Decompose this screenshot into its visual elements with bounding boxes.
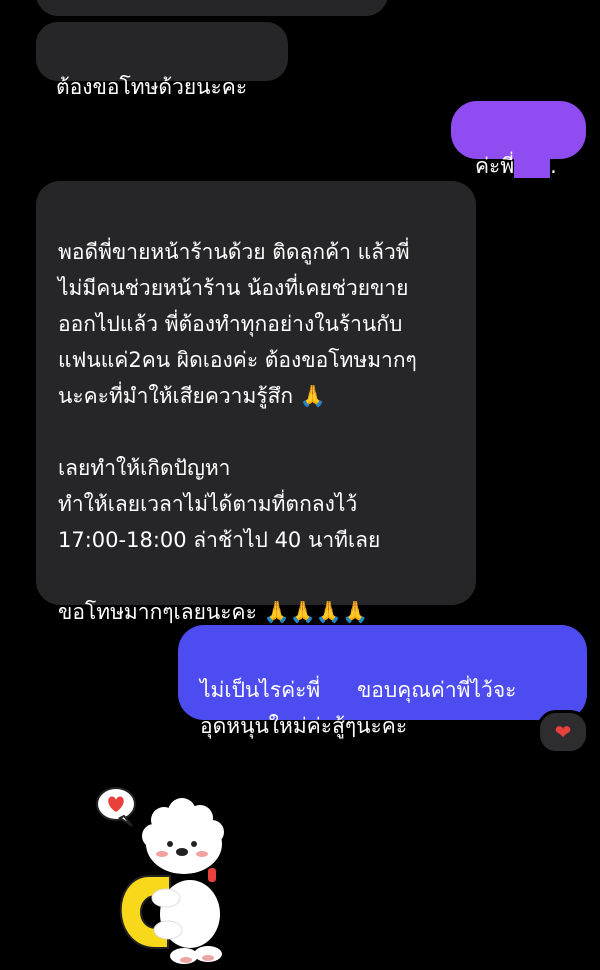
message-text: ไม่เป็นไรค่ะพี่ — [200, 678, 321, 702]
redacted-name — [514, 156, 551, 178]
message-text-end: . — [550, 154, 557, 178]
bear-head — [142, 798, 224, 874]
heart-icon: ❤ — [554, 720, 572, 744]
heart-reaction-badge[interactable]: ❤ — [537, 710, 589, 754]
message-text: ต้องขอโทษด้วยนะคะ — [56, 75, 248, 99]
message-bubble-outgoing[interactable]: ค่ะพี่. — [451, 101, 586, 178]
redacted-name — [320, 680, 351, 702]
message-bubble-outgoing-reply[interactable]: ไม่เป็นไรค่ะพี่ ขอบคุณค่าพี่ไว้จะ อุดหนุ… — [178, 625, 587, 738]
message-bubble-partial[interactable] — [36, 0, 388, 16]
message-bubble-incoming-long[interactable]: พอดีพี่ขายหน้าร้านด้วย ติดลูกค้า แล้วพี่… — [36, 181, 476, 624]
message-bubble-incoming[interactable]: ต้องขอโทษด้วยนะคะ — [36, 22, 288, 99]
heart-speech-bubble-icon — [96, 787, 136, 827]
message-text: ค่ะพี่ — [475, 154, 515, 178]
bear-hug-sticker-icon[interactable] — [90, 780, 240, 966]
message-text: พอดีพี่ขายหน้าร้านด้วย ติดลูกค้า แล้วพี่… — [58, 240, 417, 624]
